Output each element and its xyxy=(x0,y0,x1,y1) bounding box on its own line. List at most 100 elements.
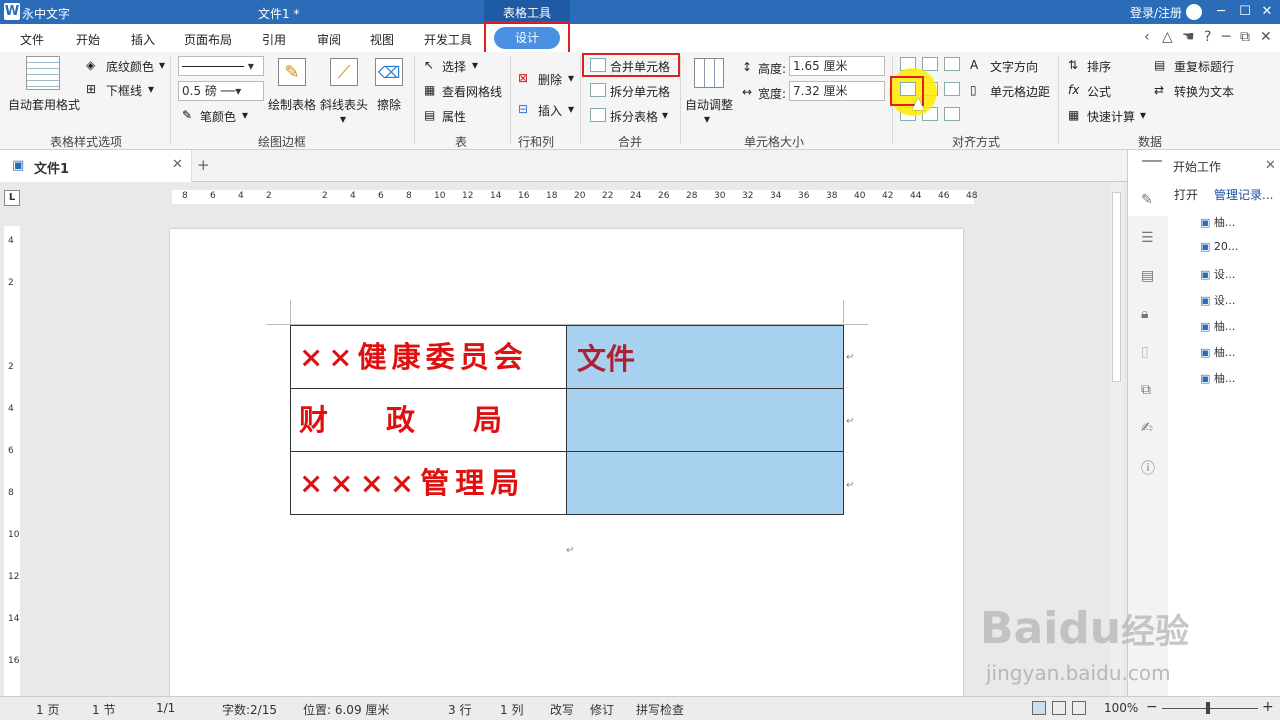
chevron-down-icon[interactable]: ▾ xyxy=(472,58,478,72)
view-gridlines-button[interactable]: 查看网格线 xyxy=(442,83,502,100)
properties-button[interactable]: 属性 xyxy=(442,108,466,125)
align-top-right-icon[interactable] xyxy=(944,57,960,71)
close-icon[interactable]: ✕ xyxy=(1258,3,1276,21)
zoom-slider[interactable] xyxy=(1162,708,1258,709)
doc-close-icon[interactable]: ✕ xyxy=(1260,29,1272,45)
draw-table-button[interactable]: 绘制表格 xyxy=(268,96,316,113)
menu-insert[interactable]: 插入 xyxy=(131,31,155,48)
minimize-icon[interactable]: ─ xyxy=(1212,3,1230,21)
table-cell[interactable]: 财 政 局 xyxy=(290,388,567,452)
delete-button[interactable]: 删除 xyxy=(538,71,562,88)
table-cell-selected[interactable] xyxy=(566,388,844,452)
insert-button[interactable]: 插入 xyxy=(538,102,562,119)
quick-calc-button[interactable]: 快速计算 xyxy=(1087,108,1135,125)
align-middle-right-icon[interactable] xyxy=(944,82,960,96)
spell-check-toggle[interactable]: 拼写检查 xyxy=(636,701,684,718)
recent-file-item[interactable]: ▣ 柚... xyxy=(1200,344,1235,360)
overwrite-toggle[interactable]: 改写 xyxy=(550,701,574,718)
recent-file-item[interactable]: ▣ 柚... xyxy=(1200,214,1235,230)
back-icon[interactable]: ‹ xyxy=(1144,29,1150,45)
revise-toggle[interactable]: 修订 xyxy=(590,701,614,718)
select-button[interactable]: 选择 xyxy=(442,58,466,75)
outline-view-icon[interactable] xyxy=(1072,701,1086,715)
recent-file-item[interactable]: ▣ 柚... xyxy=(1200,318,1235,334)
table-cell-selected[interactable] xyxy=(566,451,844,515)
settings-icon[interactable]: ☰ xyxy=(1141,230,1154,246)
formula-button[interactable]: 公式 xyxy=(1087,83,1111,100)
edit-icon[interactable]: ✍ xyxy=(1141,420,1153,436)
shade-color-button[interactable]: 底纹颜色 xyxy=(106,58,154,75)
chevron-down-icon[interactable]: ▾ xyxy=(1140,108,1146,122)
tab-close-icon[interactable]: ✕ xyxy=(172,157,183,172)
status-word-count[interactable]: 字数:2/15 xyxy=(222,701,277,718)
help-icon[interactable]: ? xyxy=(1204,29,1211,45)
menu-view[interactable]: 视图 xyxy=(370,31,394,48)
document-table[interactable]: ××健康委员会 文件 财 政 局 ××××管理局 xyxy=(290,325,844,515)
up-icon[interactable]: △ xyxy=(1162,29,1173,45)
design-tab[interactable]: 设计 xyxy=(494,27,560,49)
merge-cells-button[interactable]: 合并单元格 xyxy=(610,58,670,75)
recent-file-item[interactable]: ▣ 柚... xyxy=(1200,370,1235,386)
maximize-icon[interactable]: ☐ xyxy=(1236,3,1254,21)
menu-developer[interactable]: 开发工具 xyxy=(424,31,472,48)
align-bottom-right-icon[interactable] xyxy=(944,107,960,121)
table-cell-selected[interactable]: 文件 xyxy=(566,325,844,389)
menu-layout[interactable]: 页面布局 xyxy=(184,31,232,48)
auto-adjust-button[interactable]: 自动调整 xyxy=(685,96,733,113)
help-circle-icon[interactable]: ⓘ xyxy=(1141,458,1155,478)
vertical-ruler[interactable]: 4 2 2 4 6 8 10 12 14 16 xyxy=(4,226,20,696)
line-width-select[interactable]: 0.5 磅 ──▾ xyxy=(178,81,264,101)
hand-icon[interactable]: ☚ xyxy=(1182,29,1195,45)
repeat-header-button[interactable]: 重复标题行 xyxy=(1174,58,1234,75)
chevron-down-icon[interactable]: ▾ xyxy=(662,108,668,122)
menu-home[interactable]: 开始 xyxy=(76,31,100,48)
zoom-slider-thumb[interactable] xyxy=(1206,702,1210,714)
zoom-in-icon[interactable]: + xyxy=(1262,699,1274,715)
auto-format-button[interactable]: 自动套用格式 xyxy=(8,96,80,113)
scroll-thumb[interactable] xyxy=(1112,192,1121,382)
chevron-down-icon[interactable]: ▾ xyxy=(568,102,574,116)
lock-icon[interactable]: 🔒︎ xyxy=(1141,306,1148,322)
copy-icon[interactable]: ⧉ xyxy=(1141,382,1151,398)
recent-file-item[interactable]: ▣ 设... xyxy=(1200,292,1235,308)
restore-icon[interactable]: ⧉ xyxy=(1240,29,1250,45)
bottom-border-button[interactable]: 下框线 xyxy=(106,82,142,99)
cell-margin-button[interactable]: 单元格边距 xyxy=(990,83,1050,100)
menu-file[interactable]: 文件 xyxy=(20,31,44,48)
height-input[interactable]: 1.65 厘米 xyxy=(789,56,885,76)
manage-records-link[interactable]: 管理记录... xyxy=(1214,186,1273,203)
page-view-icon[interactable] xyxy=(1032,701,1046,715)
table-cell[interactable]: ××健康委员会 xyxy=(290,325,567,389)
width-input[interactable]: 7.32 厘米 xyxy=(789,81,885,101)
document-tab[interactable]: ▣ 文件1 ✕ xyxy=(0,150,192,182)
chevron-down-icon[interactable]: ▾ xyxy=(242,108,248,122)
align-top-center-icon[interactable] xyxy=(922,57,938,71)
chevron-down-icon[interactable]: ▾ xyxy=(148,82,154,96)
new-tab-icon[interactable]: + xyxy=(197,156,210,174)
line-style-select[interactable]: ▾ xyxy=(178,56,264,76)
recent-file-item[interactable]: ▣ 20... xyxy=(1200,240,1238,253)
zoom-out-icon[interactable]: − xyxy=(1146,699,1158,715)
menu-review[interactable]: 审阅 xyxy=(317,31,341,48)
pencil-icon[interactable]: ✎ xyxy=(1141,192,1153,208)
clipboard-icon[interactable]: ▯ xyxy=(1141,344,1149,360)
chevron-down-icon[interactable]: ▾ xyxy=(340,112,346,126)
open-link[interactable]: 打开 xyxy=(1174,186,1198,203)
avatar[interactable] xyxy=(1186,4,1202,20)
diagonal-header-button[interactable]: 斜线表头 xyxy=(320,96,368,113)
split-table-button[interactable]: 拆分表格 xyxy=(610,108,658,125)
table-cell[interactable]: ××××管理局 xyxy=(290,451,567,515)
zoom-level[interactable]: 100% xyxy=(1104,701,1138,715)
ribbon-minimize-icon[interactable]: ─ xyxy=(1222,29,1230,45)
chevron-down-icon[interactable]: ▾ xyxy=(568,71,574,85)
menu-reference[interactable]: 引用 xyxy=(262,31,286,48)
recent-file-item[interactable]: ▣ 设... xyxy=(1200,266,1235,282)
pen-color-button[interactable]: 笔颜色 xyxy=(200,108,236,125)
text-direction-button[interactable]: 文字方向 xyxy=(990,58,1038,75)
erase-button[interactable]: 擦除 xyxy=(377,96,401,113)
convert-to-text-button[interactable]: 转换为文本 xyxy=(1174,83,1234,100)
horizontal-ruler[interactable]: 8 6 4 2 2 4 6 8 10 12 14 16 18 20 22 24 26 28 30 32 34 36 38 40… xyxy=(172,190,977,204)
sort-button[interactable]: 排序 xyxy=(1087,58,1111,75)
split-cells-button[interactable]: 拆分单元格 xyxy=(610,83,670,100)
login-link[interactable]: 登录/注册 xyxy=(1130,4,1182,21)
